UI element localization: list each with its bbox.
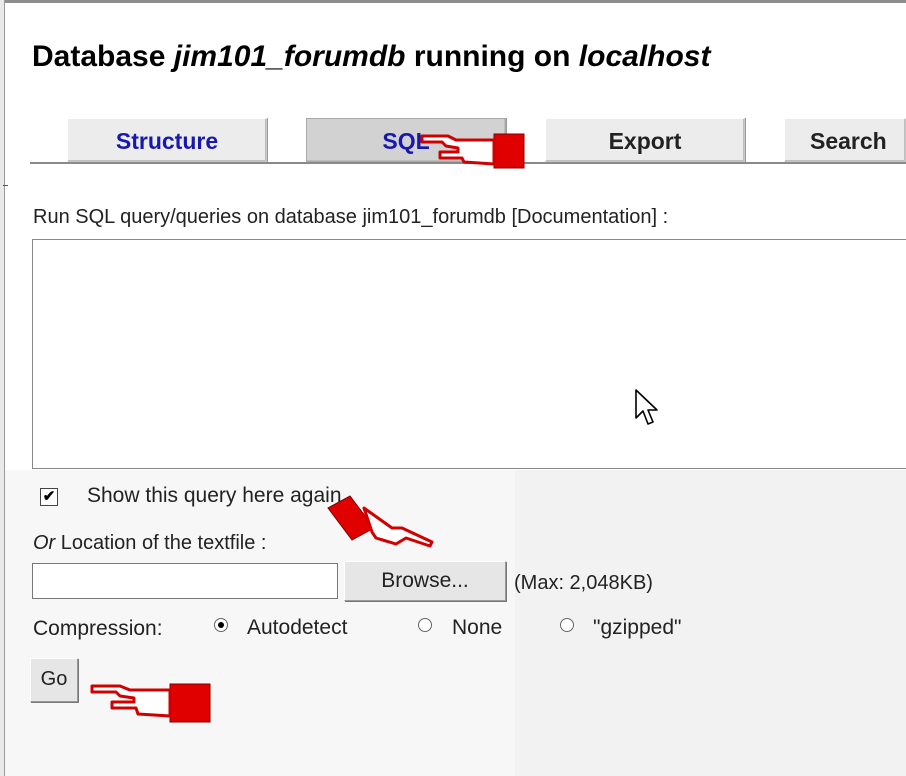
tab-export[interactable]: Export [545, 118, 745, 162]
compression-label: Compression: [33, 617, 163, 640]
page-title: Database jim101_forumdb running on local… [32, 40, 710, 74]
title-middle: running on [405, 40, 579, 73]
textfile-location-label: Or Location of the textfile : [33, 532, 266, 555]
frame-resize-mark [3, 185, 8, 186]
browse-button[interactable]: Browse... [344, 561, 506, 601]
pointing-hand-icon [420, 133, 525, 169]
show-query-label: Show this query here again [87, 484, 342, 507]
sql-query-textarea[interactable] [32, 239, 906, 469]
tab-search[interactable]: Search [784, 118, 906, 162]
go-button[interactable]: Go [30, 658, 78, 702]
max-size-note: (Max: 2,048KB) [514, 572, 653, 594]
compression-gzipped-label: "gzipped" [593, 616, 682, 639]
compression-autodetect-radio[interactable] [214, 618, 228, 632]
compression-autodetect-label: Autodetect [247, 616, 348, 639]
tab-structure[interactable]: Structure [67, 118, 267, 162]
pointing-hand-icon [90, 683, 211, 723]
pointing-hand-icon [327, 495, 434, 548]
sql-query-label: Run SQL query/queries on database jim101… [33, 206, 669, 228]
compression-none-label: None [452, 616, 503, 639]
show-query-checkbox[interactable]: ✔ [40, 488, 58, 506]
host-name: localhost [578, 40, 711, 73]
compression-gzipped-radio[interactable] [560, 618, 574, 632]
compression-none-radio[interactable] [418, 618, 432, 632]
title-prefix: Database [32, 40, 174, 73]
window-top-edge [0, 0, 906, 3]
database-name: jim101_forumdb [173, 40, 406, 73]
textfile-path-input[interactable] [32, 563, 338, 599]
mouse-cursor-icon [635, 389, 658, 425]
location-label-text: Location of the textfile : [55, 532, 267, 554]
location-prefix: Or [33, 532, 56, 554]
